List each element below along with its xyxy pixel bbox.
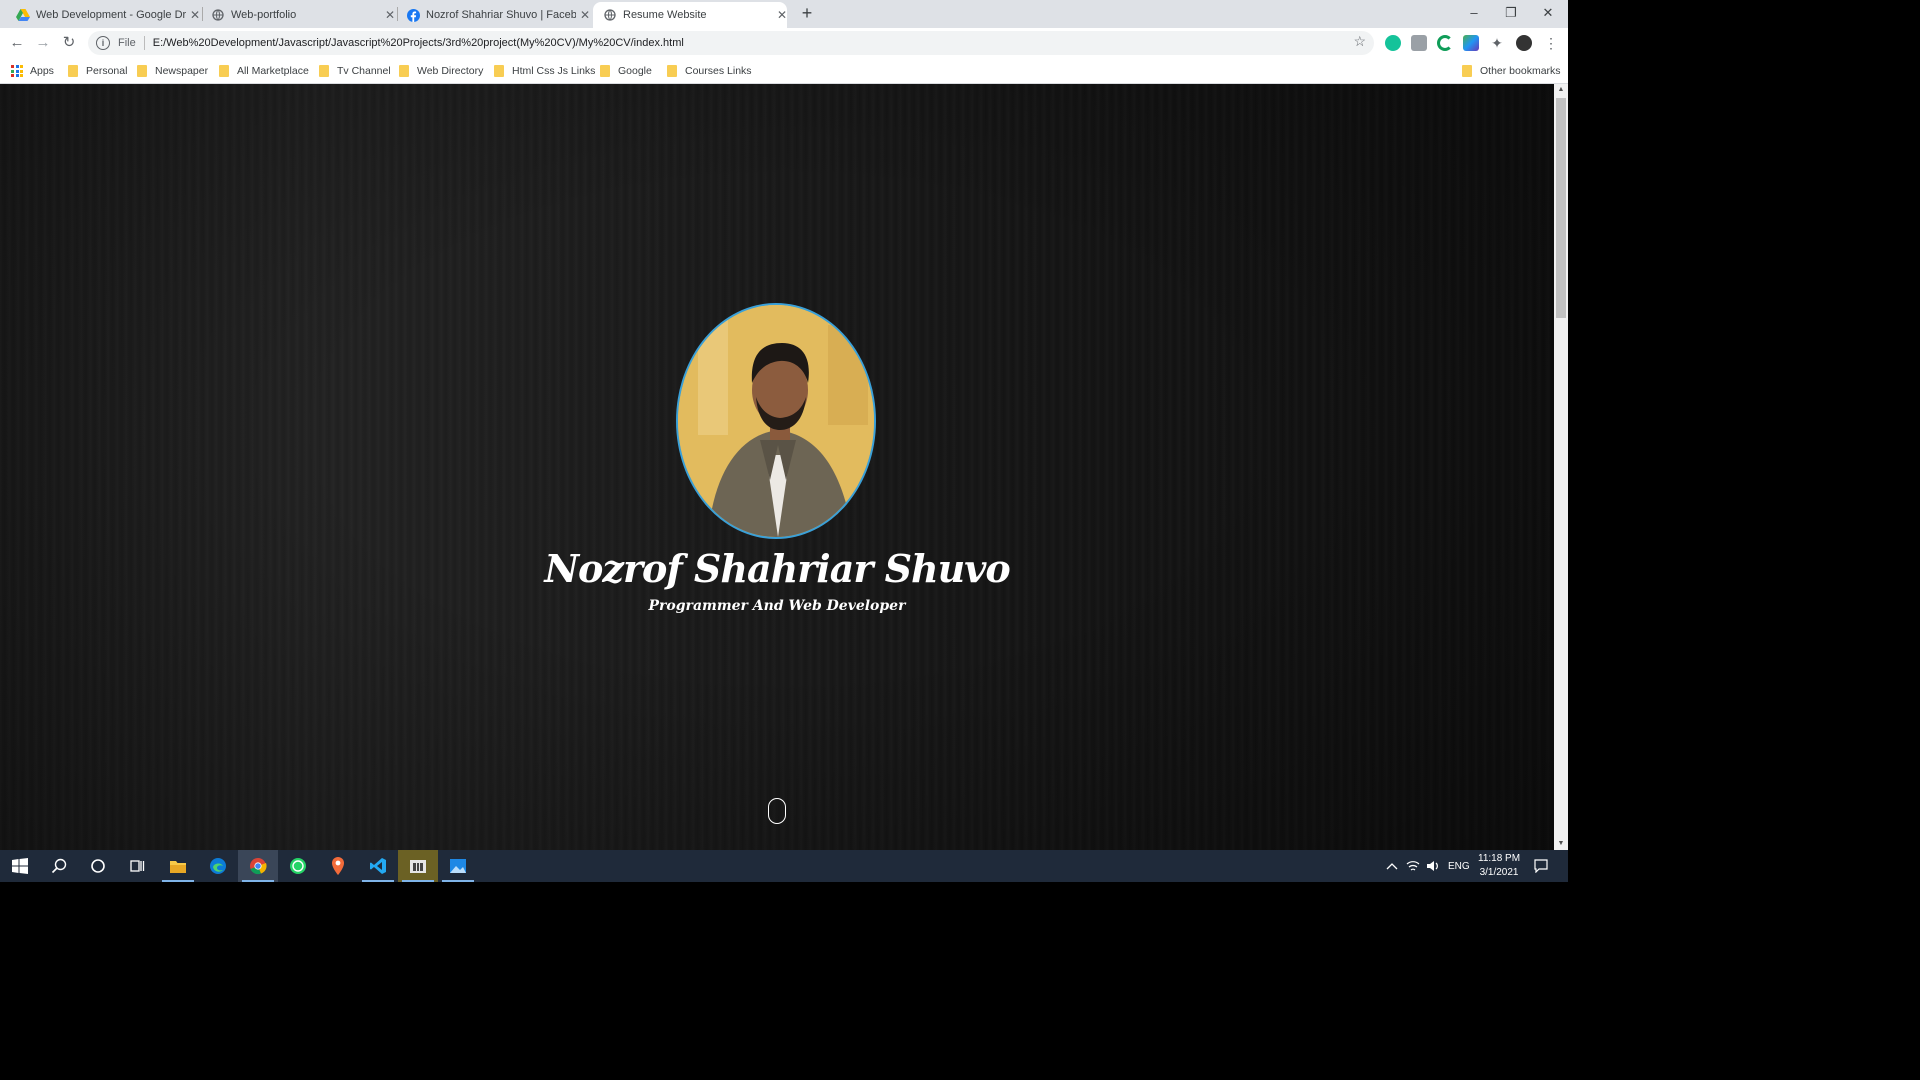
folder-icon bbox=[219, 65, 229, 77]
profile-role: Programmer And Web Developer bbox=[648, 598, 906, 614]
bookmark-google[interactable]: Google bbox=[600, 63, 652, 79]
folder-icon bbox=[600, 65, 610, 77]
bookmarks-bar: Apps Personal Newspaper All Marketplace … bbox=[0, 58, 1568, 84]
tab-web-portfolio[interactable]: Web-portfolio ✕ bbox=[195, 2, 395, 28]
extension-icon[interactable] bbox=[1411, 35, 1427, 51]
folder-icon bbox=[68, 65, 78, 77]
app-icon[interactable] bbox=[398, 850, 438, 882]
extension-image-icon[interactable] bbox=[1463, 35, 1479, 51]
address-scheme: File bbox=[118, 37, 136, 49]
language-indicator[interactable]: ENG bbox=[1448, 850, 1470, 882]
bookmark-label: Html Css Js Links bbox=[512, 65, 596, 77]
tab-strip: Web Development - Google Driv ✕ Web-port… bbox=[0, 0, 1568, 28]
minimize-button[interactable]: – bbox=[1456, 0, 1492, 28]
reload-button[interactable]: ↻ bbox=[58, 32, 80, 54]
scrollbar-thumb[interactable] bbox=[1556, 98, 1566, 318]
bookmark-label: Newspaper bbox=[155, 65, 209, 77]
folder-icon bbox=[399, 65, 409, 77]
bookmark-label: Other bookmarks bbox=[1480, 65, 1561, 77]
bookmark-label: Personal bbox=[86, 65, 128, 77]
tab-title: Resume Website bbox=[623, 9, 707, 21]
back-button[interactable]: ← bbox=[6, 32, 28, 54]
folder-icon bbox=[667, 65, 677, 77]
close-tab-icon[interactable]: ✕ bbox=[777, 8, 787, 22]
apps-grid-icon bbox=[11, 65, 23, 77]
page-scrollbar[interactable]: ▲ ▼ bbox=[1554, 84, 1568, 850]
profile-avatar-icon[interactable] bbox=[1516, 35, 1532, 51]
bookmark-star-icon[interactable]: ☆ bbox=[1353, 33, 1366, 50]
globe-icon bbox=[211, 8, 225, 22]
start-icon[interactable] bbox=[0, 850, 40, 882]
facebook-icon bbox=[406, 8, 420, 22]
edge-icon[interactable] bbox=[198, 850, 238, 882]
bookmark-label: Tv Channel bbox=[337, 65, 391, 77]
folder-icon bbox=[494, 65, 504, 77]
bookmark-other-bookmarks[interactable]: Other bookmarks bbox=[1462, 63, 1561, 79]
clock[interactable]: 11:18 PM 3/1/2021 bbox=[1478, 850, 1520, 882]
bookmark-all-marketplace[interactable]: All Marketplace bbox=[219, 63, 309, 79]
bookmark-label: Web Directory bbox=[417, 65, 484, 77]
google-drive-icon bbox=[16, 8, 30, 22]
info-icon[interactable]: i bbox=[96, 36, 110, 50]
tab-resume-website[interactable]: Resume Website ✕ bbox=[593, 2, 787, 28]
tab-title: Web-portfolio bbox=[231, 9, 297, 21]
bookmark-courses-links[interactable]: Courses Links bbox=[667, 63, 752, 79]
bookmark-personal[interactable]: Personal bbox=[68, 63, 127, 79]
maps-icon[interactable] bbox=[318, 850, 358, 882]
bookmark-html-css-js-links[interactable]: Html Css Js Links bbox=[494, 63, 595, 79]
grammarly-icon[interactable] bbox=[1385, 35, 1401, 51]
address-bar[interactable]: i File E:/Web%20Development/Javascript/J… bbox=[88, 31, 1374, 55]
volume-icon[interactable] bbox=[1426, 850, 1440, 882]
bookmark-label: All Marketplace bbox=[237, 65, 309, 77]
globe-icon bbox=[603, 8, 617, 22]
forward-button[interactable]: → bbox=[32, 32, 54, 54]
windows-taskbar: ENG 11:18 PM 3/1/2021 bbox=[0, 850, 1568, 882]
profile-photo bbox=[676, 303, 876, 539]
puzzle-icon[interactable]: ✦ bbox=[1489, 35, 1505, 51]
profile-name: Nozrof Shahriar Shuvo bbox=[544, 546, 1010, 591]
task-view-icon[interactable] bbox=[117, 850, 157, 882]
photos-icon[interactable] bbox=[438, 850, 478, 882]
tab-web-development[interactable]: Web Development - Google Driv ✕ bbox=[0, 2, 200, 28]
tab-facebook[interactable]: Nozrof Shahriar Shuvo | Faceboo ✕ bbox=[390, 2, 590, 28]
bookmark-web-directory[interactable]: Web Directory bbox=[399, 63, 483, 79]
folder-icon bbox=[1462, 65, 1472, 77]
resume-hero-section: Nozrof Shahriar Shuvo Programmer And Web… bbox=[0, 84, 1554, 850]
address-divider bbox=[143, 36, 145, 50]
bookmark-label: Apps bbox=[30, 65, 54, 77]
browser-toolbar: ← → ↻ i File E:/Web%20Development/Javasc… bbox=[0, 28, 1568, 58]
notifications-icon[interactable] bbox=[1534, 850, 1548, 882]
scroll-down-arrow-icon[interactable]: ▼ bbox=[1554, 838, 1568, 850]
close-window-button[interactable]: ✕ bbox=[1530, 0, 1566, 28]
bookmark-label: Google bbox=[618, 65, 652, 77]
tab-title: Nozrof Shahriar Shuvo | Faceboo bbox=[426, 9, 576, 21]
clock-date: 3/1/2021 bbox=[1479, 867, 1519, 878]
folder-icon bbox=[137, 65, 147, 77]
network-icon[interactable] bbox=[1406, 850, 1420, 882]
clock-time: 11:18 PM bbox=[1478, 853, 1521, 864]
scroll-down-mouse-icon[interactable] bbox=[768, 798, 786, 824]
vscode-icon[interactable] bbox=[358, 850, 398, 882]
chrome-icon[interactable] bbox=[238, 850, 278, 882]
bookmark-apps[interactable]: Apps bbox=[11, 63, 54, 79]
bookmark-label: Courses Links bbox=[685, 65, 752, 77]
bookmark-newspaper[interactable]: Newspaper bbox=[137, 63, 208, 79]
whatsapp-icon[interactable] bbox=[278, 850, 318, 882]
folder-icon bbox=[319, 65, 329, 77]
extension-c-icon[interactable] bbox=[1437, 35, 1453, 51]
file-explorer-icon[interactable] bbox=[158, 850, 198, 882]
bookmark-tv-channel[interactable]: Tv Channel bbox=[319, 63, 391, 79]
show-hidden-icons[interactable] bbox=[1386, 850, 1398, 882]
cortana-icon[interactable] bbox=[78, 850, 118, 882]
close-tab-icon[interactable]: ✕ bbox=[580, 8, 590, 22]
scroll-up-arrow-icon[interactable]: ▲ bbox=[1554, 84, 1568, 96]
menu-icon[interactable]: ⋮ bbox=[1543, 35, 1559, 51]
address-url[interactable]: E:/Web%20Development/Javascript/Javascri… bbox=[153, 37, 684, 49]
search-icon[interactable] bbox=[39, 850, 79, 882]
restore-button[interactable]: ❐ bbox=[1493, 0, 1529, 28]
new-tab-button[interactable]: + bbox=[798, 4, 816, 23]
tab-title: Web Development - Google Driv bbox=[36, 9, 186, 21]
